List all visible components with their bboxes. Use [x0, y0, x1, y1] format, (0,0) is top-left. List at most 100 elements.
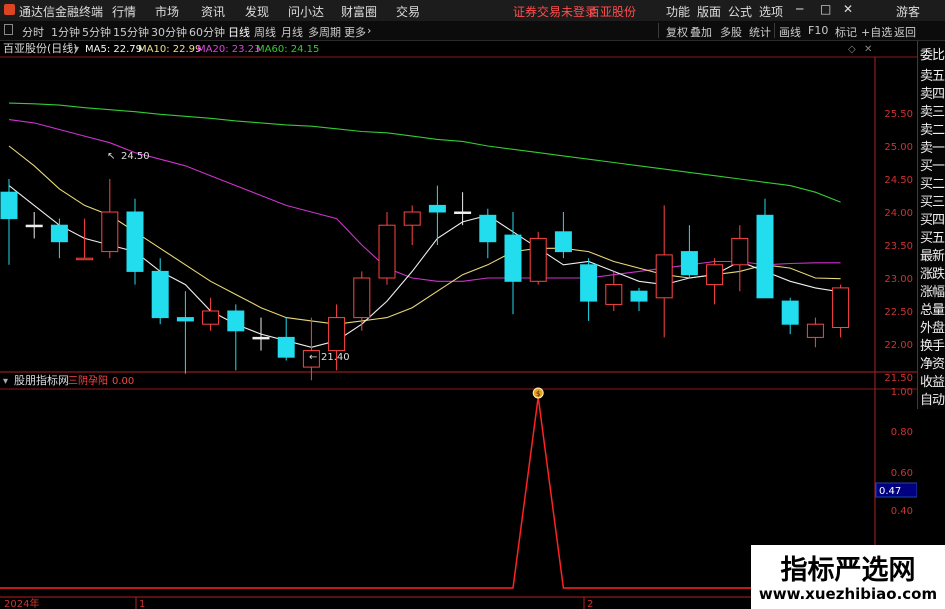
- candle-body: [202, 310, 220, 325]
- menu-ask[interactable]: 问小达: [288, 3, 324, 20]
- price-tick: 21.50: [884, 373, 913, 384]
- stock-name-header: 百亚股份: [588, 5, 637, 19]
- side-sell1[interactable]: 卖一: [920, 137, 945, 156]
- tool-f10[interactable]: F10: [808, 24, 828, 37]
- candle: [806, 317, 824, 348]
- menu-formula[interactable]: 公式: [728, 3, 752, 20]
- side-weibi[interactable]: 委比: [920, 44, 945, 63]
- menu-trade[interactable]: 交易: [396, 3, 420, 20]
- main-panel-settings-icon[interactable]: ◇: [848, 44, 856, 55]
- side-sell4[interactable]: 卖四: [920, 83, 945, 102]
- candle: [176, 291, 194, 374]
- candle: [655, 205, 673, 338]
- price-axis: 25.50 25.00 24.50 24.00 23.50 23.00 22.5…: [884, 109, 913, 384]
- candle: [832, 284, 850, 338]
- period-tab-more[interactable]: 更多: [344, 24, 366, 40]
- side-change[interactable]: 涨跌: [920, 263, 945, 282]
- price-tick: 24.00: [884, 208, 913, 219]
- candle-body: [454, 211, 472, 214]
- side-outer[interactable]: 外盘: [920, 317, 945, 336]
- side-buy2[interactable]: 买二: [920, 173, 945, 192]
- ma-toggle-icon[interactable]: ▾: [74, 44, 79, 55]
- menu-market[interactable]: 市场: [155, 3, 179, 20]
- side-volume[interactable]: 总量: [920, 299, 945, 318]
- close-icon[interactable]: ✕: [843, 2, 853, 16]
- candle: [479, 208, 497, 259]
- candle: [50, 218, 68, 259]
- period-tab-15min[interactable]: 15分钟: [113, 24, 149, 40]
- side-latest[interactable]: 最新: [920, 245, 945, 264]
- side-buy3[interactable]: 买三: [920, 191, 945, 210]
- menu-quotes[interactable]: 行情: [112, 3, 136, 20]
- menu-discover[interactable]: 发现: [245, 3, 269, 20]
- tool-overlay[interactable]: 叠加: [690, 24, 712, 40]
- period-tab-tick[interactable]: 分时: [22, 24, 44, 40]
- period-tab-60min[interactable]: 60分钟: [189, 24, 225, 40]
- money-bag-symbol: $: [536, 390, 540, 398]
- side-buy5[interactable]: 买五: [920, 227, 945, 246]
- candle: [504, 212, 522, 315]
- period-toolbar: 分时 1分钟 5分钟 15分钟 30分钟 60分钟 日线 周线 月线 多周期 更…: [0, 21, 945, 41]
- side-earnings[interactable]: 收益: [920, 371, 945, 390]
- indicator-value: 0.00: [112, 376, 134, 387]
- main-panel-close-icon[interactable]: ✕: [864, 44, 872, 55]
- side-sell5[interactable]: 卖五: [920, 65, 945, 84]
- candle-body: [479, 214, 497, 243]
- login-status[interactable]: 证券交易未登录: [513, 3, 597, 20]
- ma5-label: MA5: 22.79: [85, 44, 142, 55]
- candle-body: [252, 336, 270, 340]
- period-tab-daily[interactable]: 日线: [228, 24, 250, 40]
- side-buy4[interactable]: 买四: [920, 209, 945, 228]
- high-price-label: 24.50: [121, 151, 150, 162]
- tool-adjust[interactable]: 复权: [666, 24, 688, 40]
- minimize-icon[interactable]: ─: [796, 2, 803, 16]
- period-tab-5min[interactable]: 5分钟: [82, 24, 111, 40]
- tool-back[interactable]: 返回: [894, 24, 916, 40]
- indicator-tick: 1.00: [891, 387, 913, 398]
- menu-options[interactable]: 选项: [759, 3, 783, 20]
- price-tick: 22.50: [884, 307, 913, 318]
- candle-body: [151, 270, 169, 319]
- side-sell3[interactable]: 卖三: [920, 101, 945, 120]
- period-tab-multi[interactable]: 多周期: [308, 24, 341, 40]
- tool-multi-stock[interactable]: 多股: [720, 24, 742, 40]
- tool-stats[interactable]: 统计: [749, 24, 771, 40]
- side-net-assets[interactable]: 净资: [920, 353, 945, 372]
- menu-news[interactable]: 资讯: [201, 3, 225, 20]
- tool-mark[interactable]: 标记: [835, 24, 857, 40]
- period-tab-weekly[interactable]: 周线: [254, 24, 276, 40]
- tool-add-favorite[interactable]: +自选: [861, 24, 892, 40]
- watermark-title: 指标严选网: [780, 555, 916, 586]
- kline-chart[interactable]: 百亚股份(日线) ▾ MA5: 22.79 MA10: 22.99 MA20: …: [0, 40, 917, 609]
- guest-label[interactable]: 游客: [896, 3, 920, 20]
- indicator-name[interactable]: 三阴孕阳: [68, 375, 108, 387]
- tool-draw[interactable]: 画线: [779, 24, 801, 40]
- side-buy1[interactable]: 买一: [920, 155, 945, 174]
- period-tab-1min[interactable]: 1分钟: [51, 24, 80, 40]
- side-auto[interactable]: 自动: [920, 389, 945, 408]
- x-axis-month: 1: [139, 599, 145, 609]
- candle-body: [277, 336, 295, 358]
- menu-function[interactable]: 功能: [666, 3, 690, 20]
- maximize-icon[interactable]: □: [820, 2, 831, 16]
- menu-layout[interactable]: 版面: [697, 3, 721, 20]
- ma60-label: MA60: 24.15: [256, 44, 319, 55]
- candle: [706, 258, 724, 305]
- indicator-tick: 0.80: [891, 427, 913, 438]
- side-sell2[interactable]: 卖二: [920, 119, 945, 138]
- side-turnover[interactable]: 换手: [920, 335, 945, 354]
- quote-side-panel: 委比 卖五 卖四 卖三 卖二 卖一 买一 买二 买三 买四 买五 最新 涨跌 涨…: [917, 41, 945, 409]
- candle-body: [0, 191, 18, 220]
- indicator-line: $: [0, 387, 875, 589]
- panel-toggle-icon[interactable]: [4, 24, 13, 35]
- candle: [277, 317, 295, 361]
- candle-body: [630, 290, 648, 302]
- more-chevron-icon[interactable]: ›: [367, 24, 371, 37]
- menu-wealth[interactable]: 财富圈: [341, 3, 377, 20]
- period-tab-monthly[interactable]: 月线: [281, 24, 303, 40]
- candle-body: [403, 211, 421, 226]
- candle-body: [680, 251, 698, 276]
- side-change-pct[interactable]: 涨幅: [920, 281, 945, 300]
- period-tab-30min[interactable]: 30分钟: [151, 24, 187, 40]
- indicator-toggle-icon[interactable]: ▾: [3, 376, 8, 387]
